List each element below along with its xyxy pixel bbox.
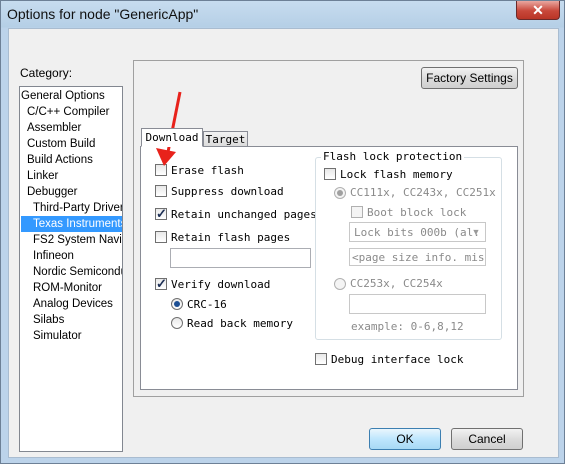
verify-download-label: Verify download bbox=[171, 278, 271, 291]
flash-lock-group-label: Flash lock protection bbox=[321, 150, 465, 163]
category-item-texas-instruments[interactable]: Texas Instruments bbox=[21, 216, 122, 232]
cc111x-label: CC111x, CC243x, CC251x bbox=[350, 186, 496, 199]
category-item-infineon[interactable]: Infineon bbox=[33, 248, 74, 264]
category-label: Category: bbox=[20, 66, 73, 80]
category-item-silabs[interactable]: Silabs bbox=[33, 312, 64, 328]
crc16-radio[interactable] bbox=[171, 298, 183, 310]
verify-download-checkbox[interactable] bbox=[155, 276, 167, 292]
suppress-download-label: Suppress download bbox=[171, 185, 284, 198]
category-item-build-actions[interactable]: Build Actions bbox=[27, 152, 93, 168]
lock-flash-memory-label: Lock flash memory bbox=[340, 168, 453, 181]
cc253x-input[interactable] bbox=[349, 294, 486, 314]
retain-flash-pages-label: Retain flash pages bbox=[171, 231, 291, 244]
window-title: Options for node "GenericApp" bbox=[7, 6, 199, 22]
close-icon: ✕ bbox=[532, 2, 544, 18]
category-item-custom-build[interactable]: Custom Build bbox=[27, 136, 95, 152]
suppress-download-checkbox[interactable] bbox=[155, 185, 167, 197]
category-tree[interactable]: General Options C/C++ Compiler Assembler… bbox=[19, 86, 123, 452]
lock-bits-select[interactable]: Lock bits 000b (al: ▼ bbox=[349, 222, 486, 242]
debug-interface-lock-checkbox[interactable] bbox=[315, 353, 327, 365]
retain-flash-pages-checkbox[interactable] bbox=[155, 231, 167, 243]
category-item-linker[interactable]: Linker bbox=[27, 168, 58, 184]
close-button[interactable]: ✕ bbox=[516, 1, 560, 20]
example-hint: example: 0-6,8,12 bbox=[351, 320, 464, 333]
category-item-analog-devices[interactable]: Analog Devices bbox=[33, 296, 113, 312]
retain-flash-pages-input[interactable] bbox=[170, 248, 311, 268]
category-item-nordic-semiconductor[interactable]: Nordic Semiconduc bbox=[33, 264, 122, 280]
read-back-memory-radio[interactable] bbox=[171, 317, 183, 329]
lock-bits-value: Lock bits 000b (al: bbox=[354, 226, 480, 239]
chevron-down-icon: ▼ bbox=[471, 227, 481, 237]
category-item-c-compiler[interactable]: C/C++ Compiler bbox=[27, 104, 109, 120]
read-back-memory-label: Read back memory bbox=[187, 317, 293, 330]
page-size-info-field: <page size info. missi bbox=[349, 248, 486, 266]
retain-unchanged-pages-checkbox[interactable] bbox=[155, 206, 167, 222]
boot-block-lock-checkbox[interactable] bbox=[351, 206, 363, 218]
tab-download[interactable]: Download bbox=[141, 128, 203, 147]
cc253x-label: CC253x, CC254x bbox=[350, 277, 443, 290]
category-item-fs2-system-navigator[interactable]: FS2 System Navig bbox=[33, 232, 122, 248]
cc253x-radio[interactable] bbox=[334, 278, 346, 290]
cc111x-radio[interactable] bbox=[334, 187, 346, 199]
boot-block-lock-label: Boot block lock bbox=[367, 206, 467, 219]
cancel-button[interactable]: Cancel bbox=[451, 428, 523, 450]
category-item-third-party-driver[interactable]: Third-Party Driver bbox=[33, 200, 122, 216]
crc16-label: CRC-16 bbox=[187, 298, 227, 311]
factory-settings-button[interactable]: Factory Settings bbox=[421, 67, 518, 89]
debug-interface-lock-label: Debug interface lock bbox=[331, 353, 464, 366]
category-item-rom-monitor[interactable]: ROM-Monitor bbox=[33, 280, 102, 296]
category-item-general-options[interactable]: General Options bbox=[21, 88, 105, 104]
title-bar[interactable]: Options for node "GenericApp" ✕ bbox=[1, 1, 565, 28]
page-size-info-value: <page size info. missi bbox=[352, 251, 486, 264]
retain-unchanged-pages-label: Retain unchanged pages bbox=[171, 208, 317, 221]
category-item-debugger[interactable]: Debugger bbox=[27, 184, 78, 200]
tab-target[interactable]: Target bbox=[203, 131, 248, 147]
ok-button[interactable]: OK bbox=[369, 428, 441, 450]
category-item-assembler[interactable]: Assembler bbox=[27, 120, 81, 136]
lock-flash-memory-checkbox[interactable] bbox=[324, 168, 336, 180]
category-item-simulator[interactable]: Simulator bbox=[33, 328, 82, 344]
